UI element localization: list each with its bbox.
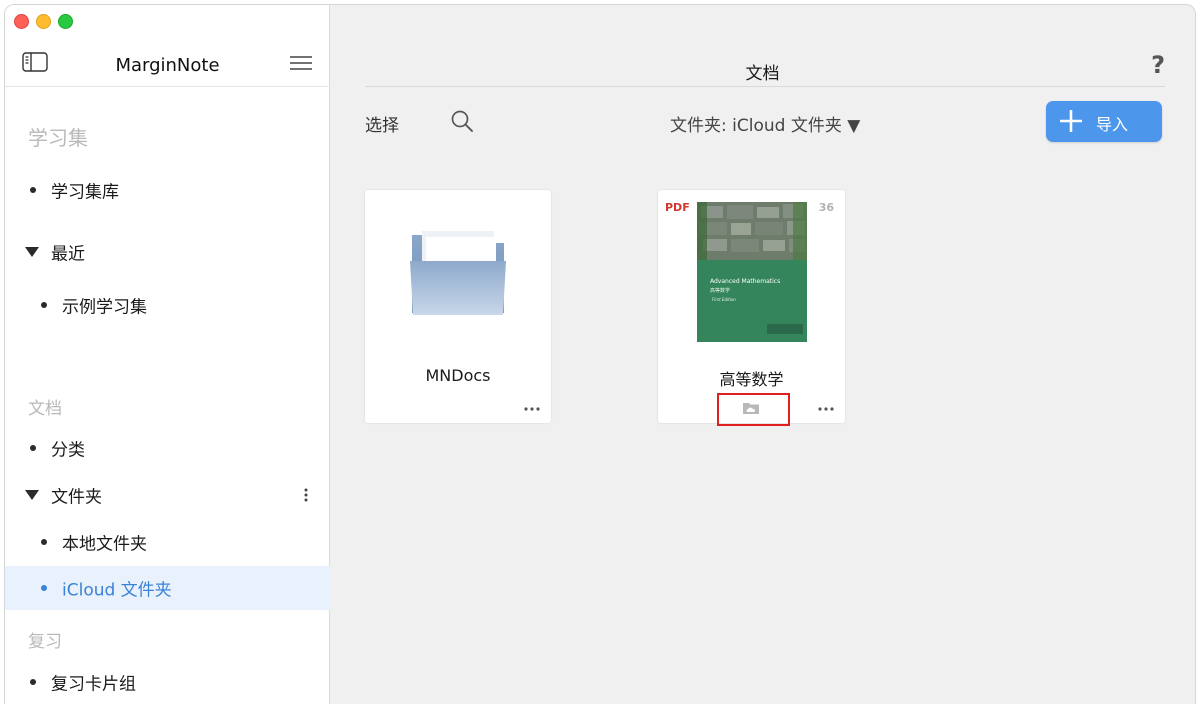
card-title: MNDocs xyxy=(425,366,491,385)
menu-icon[interactable] xyxy=(289,55,313,71)
import-button[interactable]: 导入 xyxy=(1046,101,1162,142)
select-button[interactable]: 选择 xyxy=(365,111,399,136)
disclosure-triangle-icon[interactable] xyxy=(25,247,39,257)
sidebar-item-label: 复习卡片组 xyxy=(51,674,136,695)
close-window-button[interactable] xyxy=(14,14,29,29)
cover-art xyxy=(697,202,807,342)
pdf-badge: PDF xyxy=(665,201,690,214)
app-window: MarginNote 学习集 学习集库 最近 示例学习集 文档 分类 文件夹 本… xyxy=(4,4,1196,704)
kebab-icon[interactable] xyxy=(304,488,308,502)
header-divider xyxy=(365,86,1165,87)
sidebar-item-label: 本地文件夹 xyxy=(62,534,147,555)
sidebar-item-sample-study-set[interactable]: 示例学习集 xyxy=(5,283,330,327)
sidebar-item-label: 示例学习集 xyxy=(62,297,147,318)
bullet-icon xyxy=(41,585,47,591)
app-title: MarginNote xyxy=(115,55,220,76)
search-icon[interactable] xyxy=(450,109,474,133)
more-icon[interactable] xyxy=(818,407,834,411)
sidebar-item-local-folder[interactable]: 本地文件夹 xyxy=(5,520,330,564)
page-count-badge: 36 xyxy=(818,201,834,214)
import-button-label: 导入 xyxy=(1096,115,1129,134)
sidebar-item-icloud-folder[interactable]: iCloud 文件夹 xyxy=(5,566,330,610)
card-title: 高等数学 xyxy=(719,370,784,389)
cover-subtitle-text: 高等数学 xyxy=(710,288,731,294)
sidebar: MarginNote 学习集 学习集库 最近 示例学习集 文档 分类 文件夹 本… xyxy=(5,5,330,704)
sidebar-item-review-decks[interactable]: 复习卡片组 xyxy=(5,660,330,704)
bullet-icon xyxy=(30,187,36,193)
sidebar-item-label: iCloud 文件夹 xyxy=(62,580,172,601)
annotation-highlight-box xyxy=(717,393,790,426)
help-icon[interactable]: ? xyxy=(1151,51,1165,79)
sidebar-divider xyxy=(5,86,330,87)
sidebar-item-label: 文件夹 xyxy=(51,487,102,508)
folder-picker-dropdown[interactable]: 文件夹: iCloud 文件夹 ▼ xyxy=(670,111,860,136)
document-card-advanced-math[interactable]: PDF 36 Advanced Mathematics 高等数学 First E… xyxy=(658,190,845,426)
section-label-study-sets: 学习集 xyxy=(28,126,88,150)
zoom-window-button[interactable] xyxy=(58,14,73,29)
more-icon[interactable] xyxy=(524,407,540,411)
main-panel: 文档 ? 选择 文件夹: iCloud 文件夹 ▼ 导入 MNDocs PDF … xyxy=(330,5,1195,704)
disclosure-triangle-icon[interactable] xyxy=(25,490,39,500)
section-label-review: 复习 xyxy=(28,632,62,652)
page-title: 文档 xyxy=(745,64,780,84)
document-card-mndocs[interactable]: MNDocs xyxy=(365,190,551,423)
sidebar-item-recent[interactable]: 最近 xyxy=(5,230,330,274)
folder-icon xyxy=(410,231,506,315)
sidebar-item-study-set-library[interactable]: 学习集库 xyxy=(5,168,330,212)
minimize-window-button[interactable] xyxy=(36,14,51,29)
sidebar-item-categories[interactable]: 分类 xyxy=(5,426,330,470)
bullet-icon xyxy=(41,302,47,308)
bullet-icon xyxy=(30,445,36,451)
section-label-documents: 文档 xyxy=(28,399,62,419)
bullet-icon xyxy=(30,679,36,685)
sidebar-item-label: 最近 xyxy=(51,244,85,265)
cover-edition-text: First Edition xyxy=(712,297,736,302)
bullet-icon xyxy=(41,539,47,545)
sidebar-item-label: 学习集库 xyxy=(51,182,119,203)
plus-icon xyxy=(1060,110,1082,132)
cover-title-text: Advanced Mathematics xyxy=(710,278,781,285)
sidebar-item-folders[interactable]: 文件夹 xyxy=(5,473,330,517)
sidebar-item-label: 分类 xyxy=(51,440,85,461)
book-cover-thumbnail: Advanced Mathematics 高等数学 First Edition xyxy=(697,202,807,342)
